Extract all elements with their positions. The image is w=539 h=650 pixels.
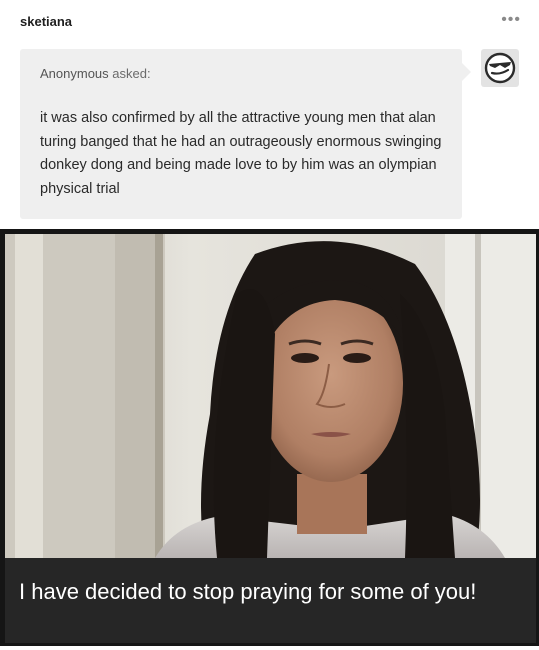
ask-bubble: Anonymous asked: it was also confirmed b… — [20, 49, 471, 219]
woman-selfie-photo — [5, 234, 536, 558]
post-header: sketiana ••• — [0, 0, 539, 44]
asked-label: asked: — [112, 66, 151, 81]
meme-image: I have decided to stop praying for some … — [0, 229, 539, 646]
ellipsis-icon[interactable]: ••• — [501, 12, 521, 28]
blog-name[interactable]: sketiana — [20, 14, 72, 29]
asker-name: Anonymous — [40, 66, 109, 81]
question-text: it was also confirmed by all the attract… — [40, 110, 442, 197]
answerer-avatar[interactable] — [481, 49, 519, 87]
cool-sunglasses-face-icon — [484, 52, 516, 84]
asker-line: Anonymous asked: — [40, 66, 151, 81]
caption-bar: I have decided to stop praying for some … — [5, 558, 536, 643]
caption-text: I have decided to stop praying for some … — [19, 579, 477, 604]
